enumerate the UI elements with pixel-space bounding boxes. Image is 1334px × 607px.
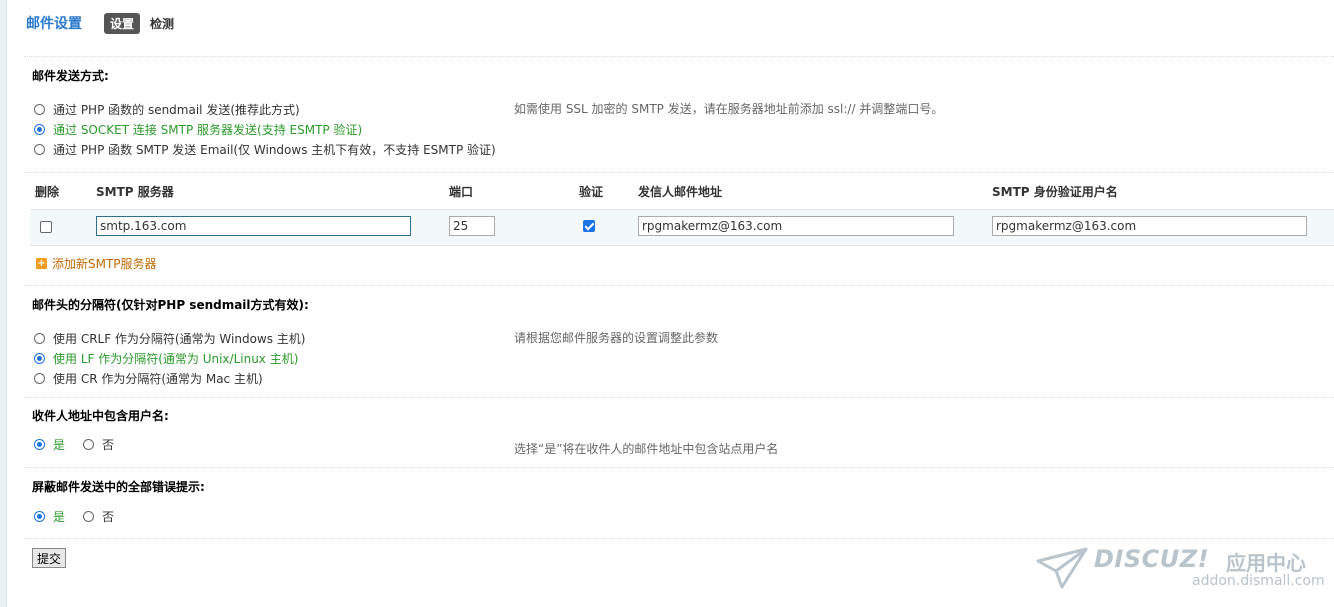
separator-option-crlf[interactable]: 使用 CRLF 作为分隔符(通常为 Windows 主机) bbox=[34, 329, 306, 347]
divider bbox=[24, 285, 1334, 286]
silent-errors-no[interactable]: 否 bbox=[83, 507, 114, 525]
radio-icon[interactable] bbox=[34, 372, 45, 384]
send-method-option-sendmail[interactable]: 通过 PHP 函数的 sendmail 发送(推荐此方式) bbox=[34, 100, 300, 118]
radio-icon[interactable] bbox=[34, 143, 45, 155]
tab-settings[interactable]: 设置 bbox=[104, 12, 141, 34]
add-smtp-server-link[interactable]: + 添加新SMTP服务器 bbox=[36, 255, 157, 272]
send-method-option-socket[interactable]: 通过 SOCKET 连接 SMTP 服务器发送(支持 ESMTP 验证) bbox=[34, 120, 362, 138]
radio-icon[interactable] bbox=[83, 510, 94, 522]
option-label: 是 bbox=[53, 509, 66, 524]
col-header-from: 发信人邮件地址 bbox=[638, 185, 723, 199]
radio-checked-icon[interactable] bbox=[34, 352, 45, 364]
silent-errors-title: 屏蔽邮件发送中的全部错误提示: bbox=[32, 480, 205, 494]
col-header-delete: 删除 bbox=[35, 185, 60, 199]
option-label: 否 bbox=[102, 437, 115, 452]
divider bbox=[24, 538, 1334, 539]
divider bbox=[24, 56, 1334, 57]
smtp-server-input[interactable]: smtp.163.com bbox=[96, 216, 411, 236]
add-smtp-server-label: 添加新SMTP服务器 bbox=[52, 257, 157, 271]
separator-option-lf[interactable]: 使用 LF 作为分隔符(通常为 Unix/Linux 主机) bbox=[34, 349, 298, 367]
divider bbox=[24, 397, 1334, 398]
radio-icon[interactable] bbox=[34, 103, 45, 115]
separator-title: 邮件头的分隔符(仅针对PHP sendmail方式有效): bbox=[32, 298, 309, 312]
divider bbox=[24, 467, 1334, 468]
option-label: 使用 CR 作为分隔符(通常为 Mac 主机) bbox=[53, 371, 263, 386]
include-username-title: 收件人地址中包含用户名: bbox=[32, 409, 169, 423]
send-method-option-php-smtp[interactable]: 通过 PHP 函数 SMTP 发送 Email(仅 Windows 主机下有效，… bbox=[34, 140, 496, 158]
col-header-port: 端口 bbox=[449, 185, 474, 199]
option-label: 通过 PHP 函数 SMTP 发送 Email(仅 Windows 主机下有效，… bbox=[53, 142, 496, 157]
include-username-yes[interactable]: 是 bbox=[34, 435, 65, 453]
silent-errors-yes[interactable]: 是 bbox=[34, 507, 65, 525]
separator-option-cr[interactable]: 使用 CR 作为分隔符(通常为 Mac 主机) bbox=[34, 369, 263, 387]
plus-icon: + bbox=[36, 258, 47, 269]
option-label: 通过 PHP 函数的 sendmail 发送(推荐此方式) bbox=[53, 102, 300, 117]
radio-checked-icon[interactable] bbox=[34, 123, 45, 135]
tab-check[interactable]: 检测 bbox=[150, 15, 174, 32]
option-label: 通过 SOCKET 连接 SMTP 服务器发送(支持 ESMTP 验证) bbox=[53, 122, 363, 137]
watermark: DISCUZ! 应用中心 addon.dismall.com bbox=[1036, 543, 1326, 593]
port-input[interactable]: 25 bbox=[449, 216, 495, 236]
radio-checked-icon[interactable] bbox=[34, 438, 45, 450]
auth-username-input[interactable]: rpgmakermz@163.com bbox=[992, 216, 1307, 236]
include-username-hint: 选择“是”将在收件人的邮件地址中包含站点用户名 bbox=[514, 442, 779, 456]
from-address-input[interactable]: rpgmakermz@163.com bbox=[638, 216, 954, 236]
option-label: 否 bbox=[102, 509, 115, 524]
col-header-auth: 验证 bbox=[579, 185, 604, 199]
radio-icon[interactable] bbox=[83, 438, 94, 450]
delete-checkbox[interactable] bbox=[40, 221, 52, 233]
radio-checked-icon[interactable] bbox=[34, 510, 45, 522]
divider bbox=[24, 172, 1334, 173]
page-title: 邮件设置 bbox=[26, 16, 82, 32]
col-header-server: SMTP 服务器 bbox=[96, 185, 174, 199]
option-label: 使用 LF 作为分隔符(通常为 Unix/Linux 主机) bbox=[53, 351, 299, 366]
send-method-title: 邮件发送方式: bbox=[32, 69, 109, 83]
option-label: 使用 CRLF 作为分隔符(通常为 Windows 主机) bbox=[53, 331, 306, 346]
separator-hint: 请根据您邮件服务器的设置调整此参数 bbox=[514, 331, 719, 345]
option-label: 是 bbox=[53, 437, 66, 452]
include-username-no[interactable]: 否 bbox=[83, 435, 114, 453]
send-method-hint: 如需使用 SSL 加密的 SMTP 发送，请在服务器地址前添加 ssl:// 并… bbox=[514, 102, 944, 116]
page-header: 邮件设置 设置 检测 bbox=[26, 11, 174, 35]
watermark-app: 应用中心 bbox=[1226, 551, 1306, 575]
watermark-brand: DISCUZ! bbox=[1094, 545, 1210, 573]
radio-icon[interactable] bbox=[34, 332, 45, 344]
left-edge-bar bbox=[0, 0, 7, 607]
submit-button[interactable]: 提交 bbox=[32, 548, 67, 568]
paper-plane-icon bbox=[1036, 547, 1088, 589]
col-header-username: SMTP 身份验证用户名 bbox=[992, 185, 1118, 199]
watermark-url: addon.dismall.com bbox=[1192, 573, 1325, 589]
auth-checkbox[interactable] bbox=[583, 220, 595, 232]
